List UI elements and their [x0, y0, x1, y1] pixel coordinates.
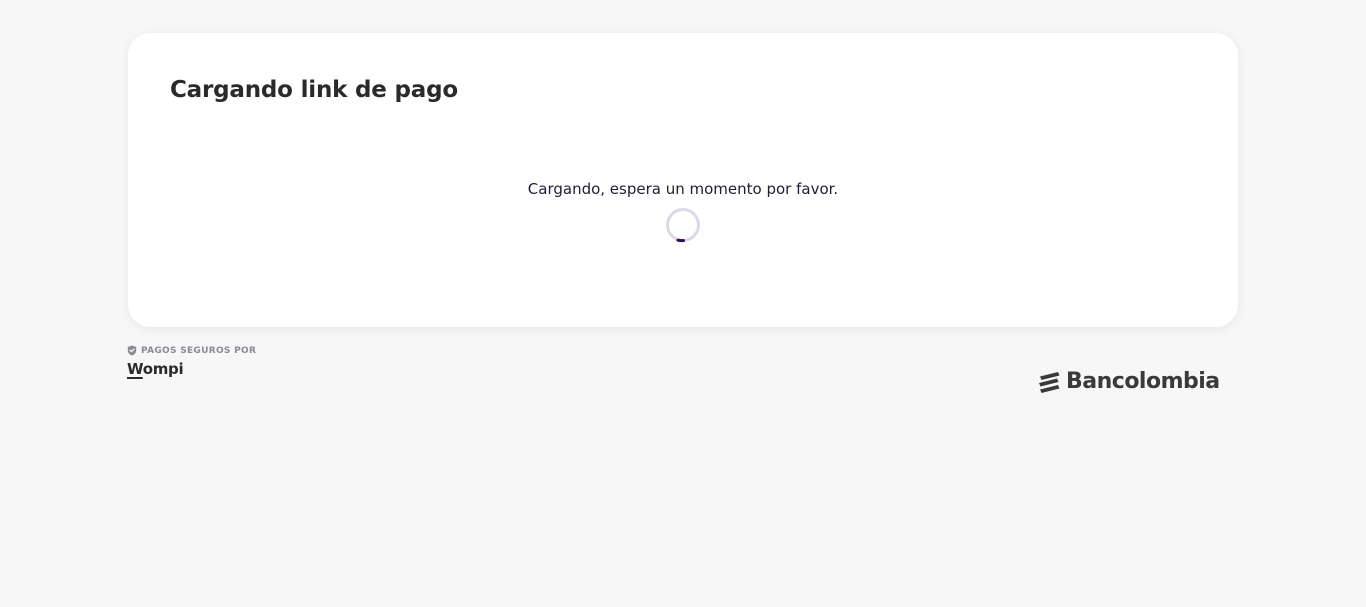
payment-link-card: Cargando link de pago Cargando, espera u…	[128, 33, 1238, 327]
page-title: Cargando link de pago	[170, 77, 458, 103]
loading-message: Cargando, espera un momento por favor.	[527, 180, 839, 198]
secure-payments-text: PAGOS SEGUROS POR	[141, 345, 257, 356]
bancolombia-stripes-icon	[1039, 372, 1060, 393]
wompi-logo-text: Wompi	[127, 360, 184, 378]
bancolombia-logo-text: Bancolombia	[1066, 369, 1220, 394]
shield-check-icon	[127, 345, 137, 356]
secure-payments-label: PAGOS SEGUROS POR	[127, 345, 256, 356]
bancolombia-logo: Bancolombia	[1038, 368, 1220, 396]
wompi-logo: Wompi	[127, 360, 184, 378]
loading-spinner-icon	[666, 208, 700, 243]
